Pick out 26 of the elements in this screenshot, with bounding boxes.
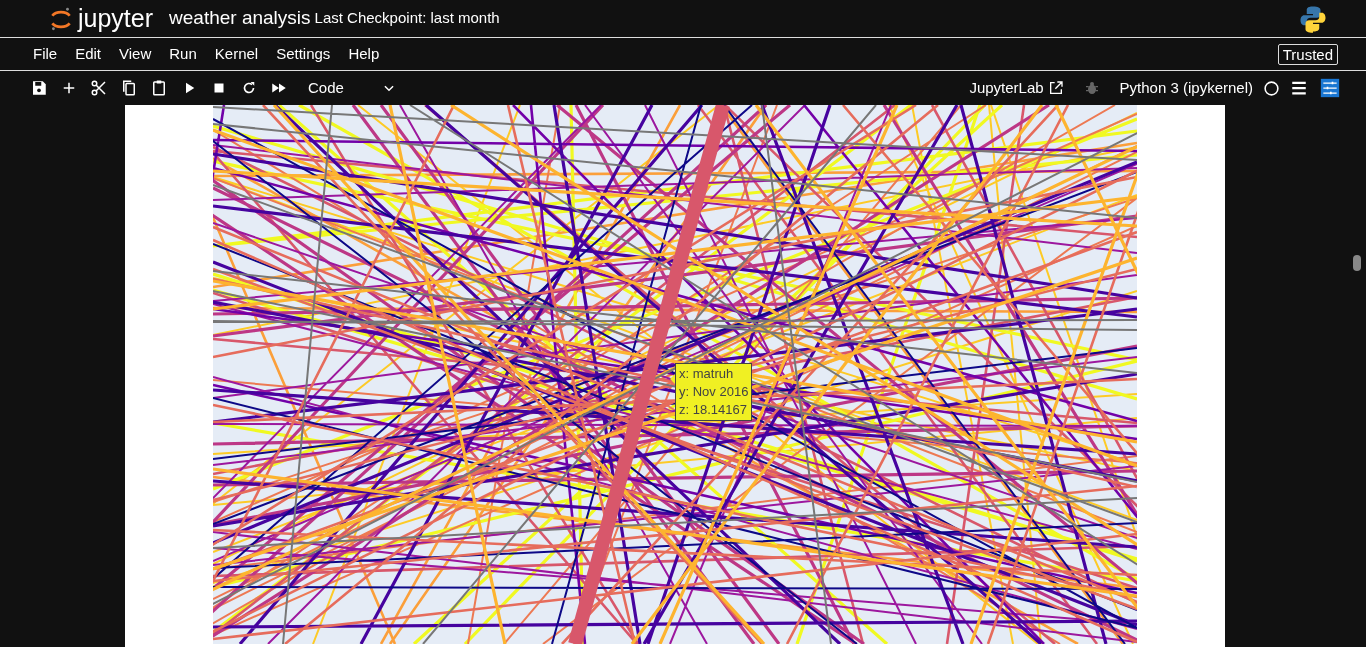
logo-text: jupyter [78,6,154,31]
scissors-icon [90,79,108,97]
tooltip-text: y: Nov 2016 [679,383,749,401]
tooltip-text: z: 18.14167 [679,401,748,419]
menu-item[interactable]: Settings [267,42,340,66]
checkpoint-text: Last Checkpoint: last month [314,8,500,29]
save-icon [30,79,48,97]
menu-item[interactable]: File [24,42,67,66]
copy-icon [120,79,138,97]
notebook-title[interactable]: weather analysis [169,4,311,33]
menu-item[interactable]: Edit [66,42,111,66]
menu-item[interactable]: Kernel [205,42,268,66]
menu-icon [1290,79,1308,97]
jupyterlab-link[interactable]: JupyterLab [963,76,1070,100]
sliders-icon [1320,78,1340,98]
trusted-indicator[interactable]: Trusted [1277,43,1338,65]
clipboard-icon [150,79,168,97]
tooltip-text: x: matruh [679,365,735,383]
external-link-icon [1047,80,1064,96]
menu-item[interactable]: Run [160,42,206,66]
scrollbar-thumb[interactable] [1353,255,1361,271]
bug-icon [1083,80,1100,96]
kernel-name[interactable]: Python 3 (ipykernel) [1113,76,1259,100]
menu-item[interactable]: View [110,42,161,66]
cell-type-dropdown[interactable]: Code [302,76,402,100]
menu-item[interactable]: Help [339,42,389,66]
